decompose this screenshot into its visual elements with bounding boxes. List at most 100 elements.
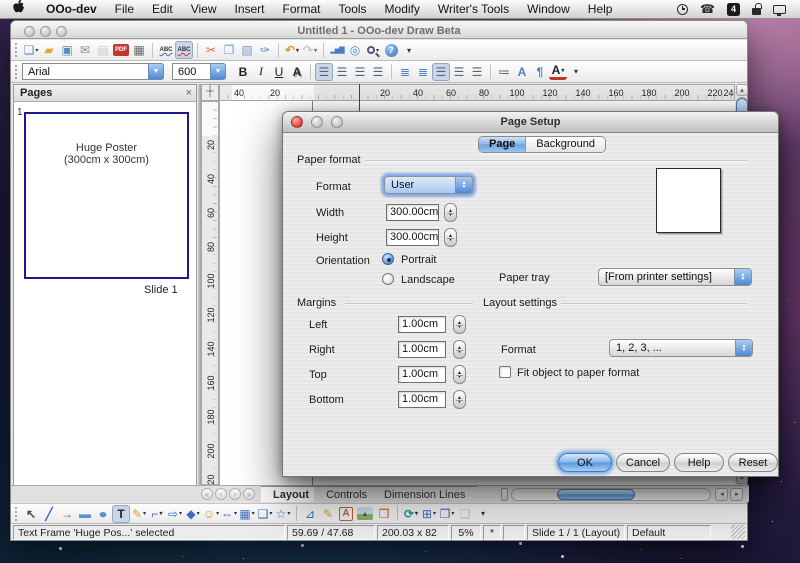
close-window-button[interactable] (24, 26, 35, 37)
hyperlink-icon[interactable]: ◎ (346, 41, 364, 59)
scroll-right-icon[interactable]: ▸ (730, 488, 743, 501)
spellcheck-icon[interactable]: ABC (157, 41, 175, 59)
paste-icon[interactable]: ▨ (238, 41, 256, 59)
arrange-icon[interactable]: ❐▾ (438, 505, 456, 523)
open-document-icon[interactable]: ▰ (40, 41, 58, 59)
align-left-icon[interactable]: ☰ (315, 63, 333, 81)
underline-icon[interactable]: U (270, 63, 288, 81)
font-name-value[interactable]: Arial (22, 63, 148, 80)
pane-splitter-handle[interactable] (501, 488, 508, 501)
landscape-radio[interactable] (382, 273, 394, 285)
margin-left-field[interactable]: 1.00cm (398, 316, 446, 333)
margin-left-stepper[interactable]: ▲▼ (453, 315, 466, 334)
cursor-position[interactable]: 59.69 / 47.68 (287, 525, 375, 540)
undo-icon[interactable]: ↶▾ (283, 41, 301, 59)
font-size-value[interactable]: 600 (172, 63, 210, 80)
page-style[interactable]: Default (627, 525, 711, 540)
tab-background[interactable]: Background (525, 137, 605, 152)
line-icon[interactable]: ╱ (40, 505, 58, 523)
line-spacing-1-icon[interactable]: ☰ (432, 63, 450, 81)
character-dialog-icon[interactable]: A (513, 63, 531, 81)
window-resize-grip[interactable] (731, 525, 745, 539)
phone-icon[interactable]: ☎ (700, 3, 715, 15)
help-icon[interactable]: ? (382, 41, 400, 59)
rotate-3d-icon[interactable]: ⟳▾ (402, 505, 420, 523)
copy-icon[interactable]: ❐ (220, 41, 238, 59)
dialog-title-bar[interactable]: Page Setup (283, 112, 778, 133)
glue-points-icon[interactable]: ✎ (319, 505, 337, 523)
last-page-icon[interactable]: » (243, 488, 255, 500)
menu-help[interactable]: Help (579, 0, 622, 19)
margin-right-field[interactable]: 1.00cm (398, 341, 446, 358)
print-icon[interactable]: ▦ (130, 41, 148, 59)
shadow-toggle-icon[interactable]: ❏ (456, 505, 474, 523)
symbol-shapes-icon[interactable]: ☺▾ (202, 505, 220, 523)
toolbar-drag-handle[interactable] (15, 507, 18, 521)
fit-object-checkbox[interactable] (499, 366, 511, 378)
ok-button[interactable]: OK (558, 453, 612, 472)
flowchart-icon[interactable]: ▦▾ (238, 505, 256, 523)
tab-dimension-lines[interactable]: Dimension Lines (372, 486, 477, 502)
tab-page[interactable]: Page (479, 137, 525, 152)
export-pdf-icon[interactable]: PDF (112, 41, 130, 59)
insert-picture-icon[interactable]: ▴ (357, 507, 373, 520)
close-dialog-button[interactable] (291, 116, 303, 128)
align-objects-icon[interactable]: ⊞▾ (420, 505, 438, 523)
margin-top-stepper[interactable]: ▲▼ (453, 365, 466, 384)
new-document-icon[interactable]: ❏▾ (22, 41, 40, 59)
arrow-shapes-icon[interactable]: ⇔▾ (220, 505, 238, 523)
first-page-icon[interactable]: « (201, 488, 213, 500)
italic-icon[interactable]: I (252, 63, 270, 81)
edit-points-icon[interactable]: ⊿ (301, 505, 319, 523)
edit-file-icon[interactable]: ▤ (94, 41, 112, 59)
auto-spellcheck-icon[interactable]: ABC (175, 41, 193, 59)
margin-bottom-field[interactable]: 1.00cm (398, 391, 446, 408)
minimize-window-button[interactable] (40, 26, 51, 37)
layout-format-select[interactable]: 1, 2, 3, ... ▲▼ (609, 339, 753, 357)
menu-window[interactable]: Window (518, 0, 579, 19)
select-icon[interactable]: ↖ (22, 505, 40, 523)
scroll-left-icon[interactable]: ◂ (715, 488, 728, 501)
connector-icon[interactable]: ⌐▾ (148, 505, 166, 523)
margin-bottom-stepper[interactable]: ▲▼ (453, 390, 466, 409)
slide-indicator[interactable]: Slide 1 / 1 (Layout) (527, 525, 625, 540)
time-machine-icon[interactable] (677, 4, 688, 15)
slide-thumbnail[interactable]: Huge Poster (300cm x 300cm) (24, 112, 189, 279)
insert-chart-icon[interactable]: ▂▅▇ (328, 41, 346, 59)
callouts-icon[interactable]: ❑▾ (256, 505, 274, 523)
font-name-combo[interactable]: Arial ▼ (22, 63, 164, 80)
tab-controls[interactable]: Controls (314, 486, 379, 502)
scroll-up-icon[interactable]: ▴ (736, 84, 748, 96)
block-arrow-icon[interactable]: ⇨▾ (166, 505, 184, 523)
menu-file[interactable]: File (106, 0, 143, 19)
menu-tools[interactable]: Tools (330, 0, 376, 19)
font-size-dropdown-icon[interactable]: ▼ (210, 63, 226, 80)
paper-format-select[interactable]: User ▲▼ (384, 176, 473, 194)
toolbar-overflow-icon[interactable]: ▾ (567, 63, 585, 81)
spacing-decrease-icon[interactable]: ≣ (414, 63, 432, 81)
minimize-dialog-button[interactable] (311, 116, 323, 128)
margin-right-stepper[interactable]: ▲▼ (453, 340, 466, 359)
horizontal-scrollbar[interactable] (511, 488, 711, 501)
zoom-dialog-button[interactable] (331, 116, 343, 128)
object-size[interactable]: 200.03 x 82 (377, 525, 449, 540)
align-center-icon[interactable]: ☰ (333, 63, 351, 81)
bullets-icon[interactable]: ≔ (495, 63, 513, 81)
menu-ooo-dev[interactable]: OOo-dev (37, 0, 106, 19)
menu-insert[interactable]: Insert (226, 0, 274, 19)
fontwork-icon[interactable]: A (339, 507, 353, 521)
previous-page-icon[interactable]: ‹ (215, 488, 227, 500)
display-icon[interactable] (773, 5, 786, 14)
portrait-radio[interactable] (382, 253, 394, 265)
toolbar-overflow-icon[interactable]: ▾ (400, 41, 418, 59)
cut-icon[interactable]: ✂ (202, 41, 220, 59)
font-name-dropdown-icon[interactable]: ▼ (148, 63, 164, 80)
next-page-icon[interactable]: › (229, 488, 241, 500)
width-field[interactable]: 300.00cm (386, 204, 439, 221)
bold-icon[interactable]: B (234, 63, 252, 81)
paragraph-dialog-icon[interactable]: ¶ (531, 63, 549, 81)
toolbar-overflow-icon[interactable]: ▾ (474, 505, 492, 523)
tab-layout[interactable]: Layout (261, 486, 321, 502)
align-right-icon[interactable]: ☰ (351, 63, 369, 81)
menu-view[interactable]: View (182, 0, 226, 19)
